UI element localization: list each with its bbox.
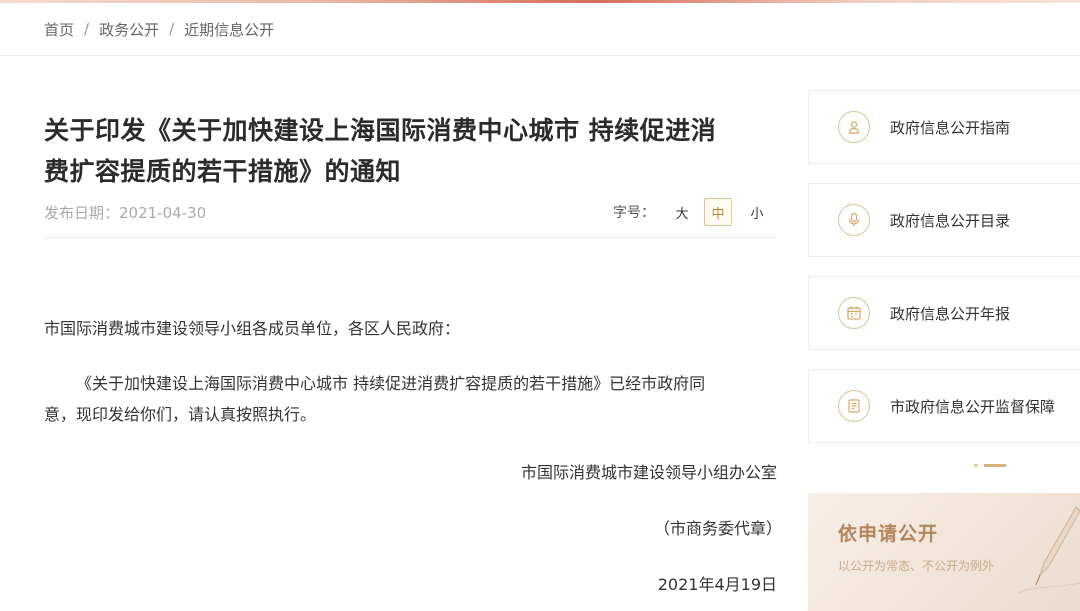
font-size-label: 字号：	[613, 205, 655, 221]
sidebar-item-guide[interactable]: 政府信息公开指南	[808, 90, 1080, 164]
article-meta: 发布日期：2021-04-30 字号： 大 中 小	[44, 198, 777, 238]
article-paragraph-line1: 《关于加快建设上海国际消费中心城市 持续促进消费扩容提质的若干措施》已经市政府同	[76, 374, 706, 393]
sidebar-item-label: 市政府信息公开监督保障	[890, 397, 1056, 416]
signature-seal: （市商务委代章）	[653, 519, 782, 538]
sidebar-item-supervision[interactable]: 市政府信息公开监督保障	[808, 369, 1080, 443]
article-title-line2: 费扩容提质的若干措施》的通知	[44, 157, 402, 186]
signature-date: 2021年4月19日	[657, 575, 777, 594]
carousel-dot-active[interactable]	[984, 463, 1006, 467]
breadcrumb-separator: /	[169, 20, 175, 38]
article-paragraph: 《关于加快建设上海国际消费中心城市 持续促进消费扩容提质的若干措施》已经市政府同…	[44, 368, 777, 430]
article-salutation: 市国际消费城市建设领导小组各成员单位，各区人民政府：	[44, 319, 461, 338]
sidebar-item-annual-report[interactable]: 政府信息公开年报	[808, 276, 1080, 350]
banner-title: 依申请公开	[838, 523, 939, 545]
breadcrumb-recent-info-link[interactable]: 近期信息公开	[184, 19, 274, 40]
carousel-dot[interactable]	[974, 463, 978, 467]
sidebar-item-label: 政府信息公开指南	[890, 118, 1011, 137]
pen-icon	[1017, 506, 1080, 594]
article-header: 关于印发《关于加快建设上海国际消费中心城市 持续促进消 费扩容提质的若干措施》的…	[44, 110, 777, 238]
top-decorative-strip	[0, 0, 1080, 3]
font-size-large-button[interactable]: 大	[668, 198, 696, 226]
annual-report-icon	[838, 297, 870, 329]
publish-date: 发布日期：2021-04-30	[44, 204, 207, 222]
breadcrumb-separator: /	[84, 20, 90, 38]
breadcrumb: 首页 / 政务公开 / 近期信息公开	[44, 17, 274, 41]
signature-organization: 市国际消费城市建设领导小组办公室	[520, 463, 777, 482]
article-paragraph-line2: 意，现印发给你们，请认真按照执行。	[44, 405, 317, 424]
font-size-medium-button[interactable]: 中	[704, 198, 732, 226]
carousel-indicator	[974, 463, 1006, 467]
font-size-small-button[interactable]: 小	[743, 198, 771, 226]
breadcrumb-gov-affairs-link[interactable]: 政务公开	[99, 19, 159, 40]
sidebar-item-catalog[interactable]: 政府信息公开目录	[808, 183, 1080, 257]
breadcrumb-divider	[0, 55, 1080, 56]
catalog-icon	[838, 204, 870, 236]
font-size-switcher: 字号： 大 中 小	[613, 198, 771, 226]
banner-subtitle: 以公开为常态、不公开为例外	[838, 559, 995, 573]
supervision-icon	[838, 390, 870, 422]
apply-disclosure-banner[interactable]: 依申请公开 以公开为常态、不公开为例外	[808, 493, 1080, 611]
sidebar-item-label: 政府信息公开年报	[890, 304, 1011, 323]
sidebar-item-label: 政府信息公开目录	[890, 211, 1011, 230]
breadcrumb-home-link[interactable]: 首页	[44, 19, 74, 40]
article-title: 关于印发《关于加快建设上海国际消费中心城市 持续促进消 费扩容提质的若干措施》的…	[44, 110, 777, 192]
guide-icon	[838, 111, 870, 143]
article-title-line1: 关于印发《关于加快建设上海国际消费中心城市 持续促进消	[44, 116, 717, 145]
